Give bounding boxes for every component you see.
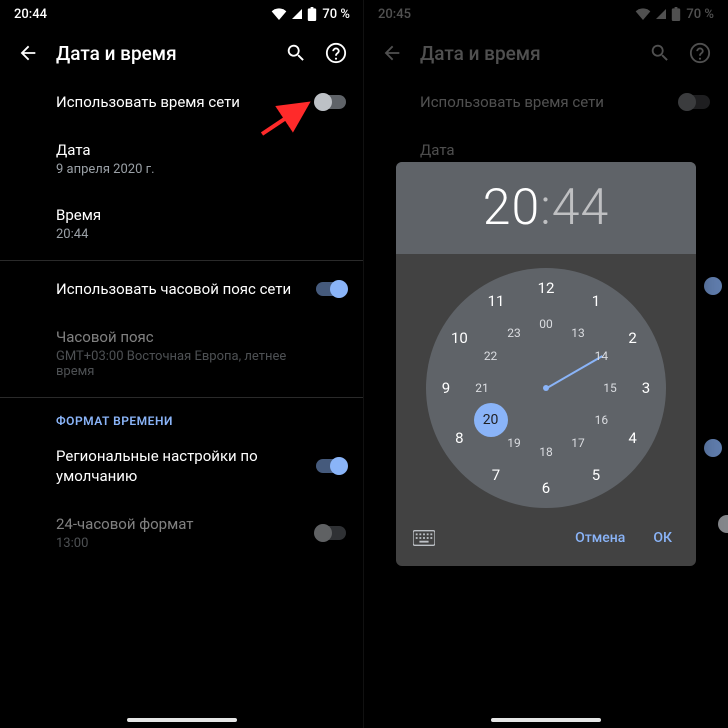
value: 20:44	[56, 227, 304, 242]
hour-10[interactable]: 10	[451, 329, 468, 347]
hour-1[interactable]: 1	[592, 292, 600, 310]
page-title: Дата и время	[48, 42, 276, 65]
status-icons: 70 %	[271, 7, 350, 22]
screen-right: 20:45 70 % Дата и время Использовать вре…	[364, 0, 728, 728]
time-colon: :	[540, 179, 552, 237]
hour-9[interactable]: 9	[442, 379, 450, 397]
time-picker-dialog: 20:44 1234567891011121314151617181920212…	[396, 162, 696, 566]
keyboard-icon	[413, 530, 435, 546]
row-timezone: Часовой пояс GMT+03:00 Восточная Европа,…	[0, 313, 364, 393]
battery-percent: 70 %	[322, 7, 350, 22]
hour-12[interactable]: 12	[538, 279, 555, 297]
hour-21[interactable]: 21	[475, 381, 489, 395]
switch-regional-default[interactable]	[316, 459, 346, 473]
annotation-arrow	[256, 100, 316, 140]
hour-8[interactable]: 8	[455, 429, 463, 447]
switch-24h-format	[316, 526, 346, 540]
hour-13[interactable]: 13	[571, 326, 585, 340]
status-bar: 20:44 70 %	[0, 0, 364, 28]
hour-4[interactable]: 4	[628, 429, 636, 447]
hour-selected[interactable]: 20	[483, 179, 540, 237]
value: 13:00	[56, 536, 304, 551]
value: GMT+03:00 Восточная Европа, летнее время	[56, 349, 304, 379]
signal-icon	[290, 8, 304, 20]
label: Часовой пояс	[56, 327, 304, 347]
row-use-network-tz[interactable]: Использовать часовой пояс сети	[0, 265, 364, 313]
cancel-button[interactable]: Отмена	[561, 522, 639, 554]
keyboard-input-button[interactable]	[406, 520, 442, 556]
hour-18[interactable]: 18	[539, 445, 553, 459]
hour-22[interactable]: 22	[484, 349, 498, 363]
nav-bar[interactable]	[127, 718, 237, 722]
search-button[interactable]	[276, 33, 316, 73]
clock-wrapper: 123456789101112131415161718192021222300	[396, 254, 696, 516]
value: 9 апреля 2020 г.	[56, 162, 304, 177]
divider	[0, 260, 364, 261]
clock-face[interactable]: 123456789101112131415161718192021222300	[426, 268, 666, 508]
hour-19[interactable]: 19	[507, 436, 521, 450]
switch-use-network-time[interactable]	[316, 95, 346, 109]
dialog-header: 20:44	[396, 162, 696, 254]
hour-5[interactable]: 5	[592, 466, 600, 484]
screen-left: 20:44 70 % Дата и время Использовать вре…	[0, 0, 364, 728]
wifi-icon	[271, 8, 287, 20]
ok-button[interactable]: ОК	[639, 522, 686, 554]
switch-use-network-tz[interactable]	[316, 282, 346, 296]
label: Региональные настройки по умолчанию	[56, 446, 304, 486]
hour-3[interactable]: 3	[642, 379, 650, 397]
hour-6[interactable]: 6	[542, 479, 550, 497]
divider	[0, 397, 364, 398]
hour-11[interactable]: 11	[488, 292, 505, 310]
hour-16[interactable]: 16	[595, 413, 609, 427]
hour-2[interactable]: 2	[628, 329, 636, 347]
dialog-overlay[interactable]: 20:44 1234567891011121314151617181920212…	[364, 0, 728, 728]
label: Дата	[56, 140, 304, 160]
hour-00[interactable]: 00	[539, 317, 553, 331]
back-button[interactable]	[8, 33, 48, 73]
section-time-format: Формат времени	[0, 402, 364, 432]
arrow-back-icon	[17, 42, 39, 64]
settings-list: Использовать время сети Дата 9 апреля 20…	[0, 78, 364, 565]
row-time[interactable]: Время 20:44	[0, 191, 364, 256]
nav-bar[interactable]	[491, 718, 601, 722]
label: Использовать часовой пояс сети	[56, 279, 304, 299]
hour-17[interactable]: 17	[571, 436, 585, 450]
row-24h-format: 24-часовой формат 13:00	[0, 500, 364, 565]
clock-center	[543, 385, 549, 391]
status-time: 20:44	[14, 7, 47, 22]
minute-unselected[interactable]: 44	[552, 179, 609, 237]
row-regional-default[interactable]: Региональные настройки по умолчанию	[0, 432, 364, 500]
search-icon	[285, 42, 307, 64]
label: 24-часовой формат	[56, 514, 304, 534]
battery-icon	[307, 7, 317, 21]
hour-20-selected[interactable]: 20	[474, 403, 508, 437]
dialog-actions: Отмена ОК	[396, 516, 696, 566]
help-icon	[325, 42, 347, 64]
app-bar: Дата и время	[0, 28, 364, 78]
hour-7[interactable]: 7	[492, 466, 500, 484]
hour-15[interactable]: 15	[603, 381, 617, 395]
hour-14[interactable]: 14	[595, 349, 609, 363]
label: Время	[56, 205, 304, 225]
help-button[interactable]	[316, 33, 356, 73]
hour-23[interactable]: 23	[507, 326, 521, 340]
time-display: 20:44	[483, 179, 609, 237]
